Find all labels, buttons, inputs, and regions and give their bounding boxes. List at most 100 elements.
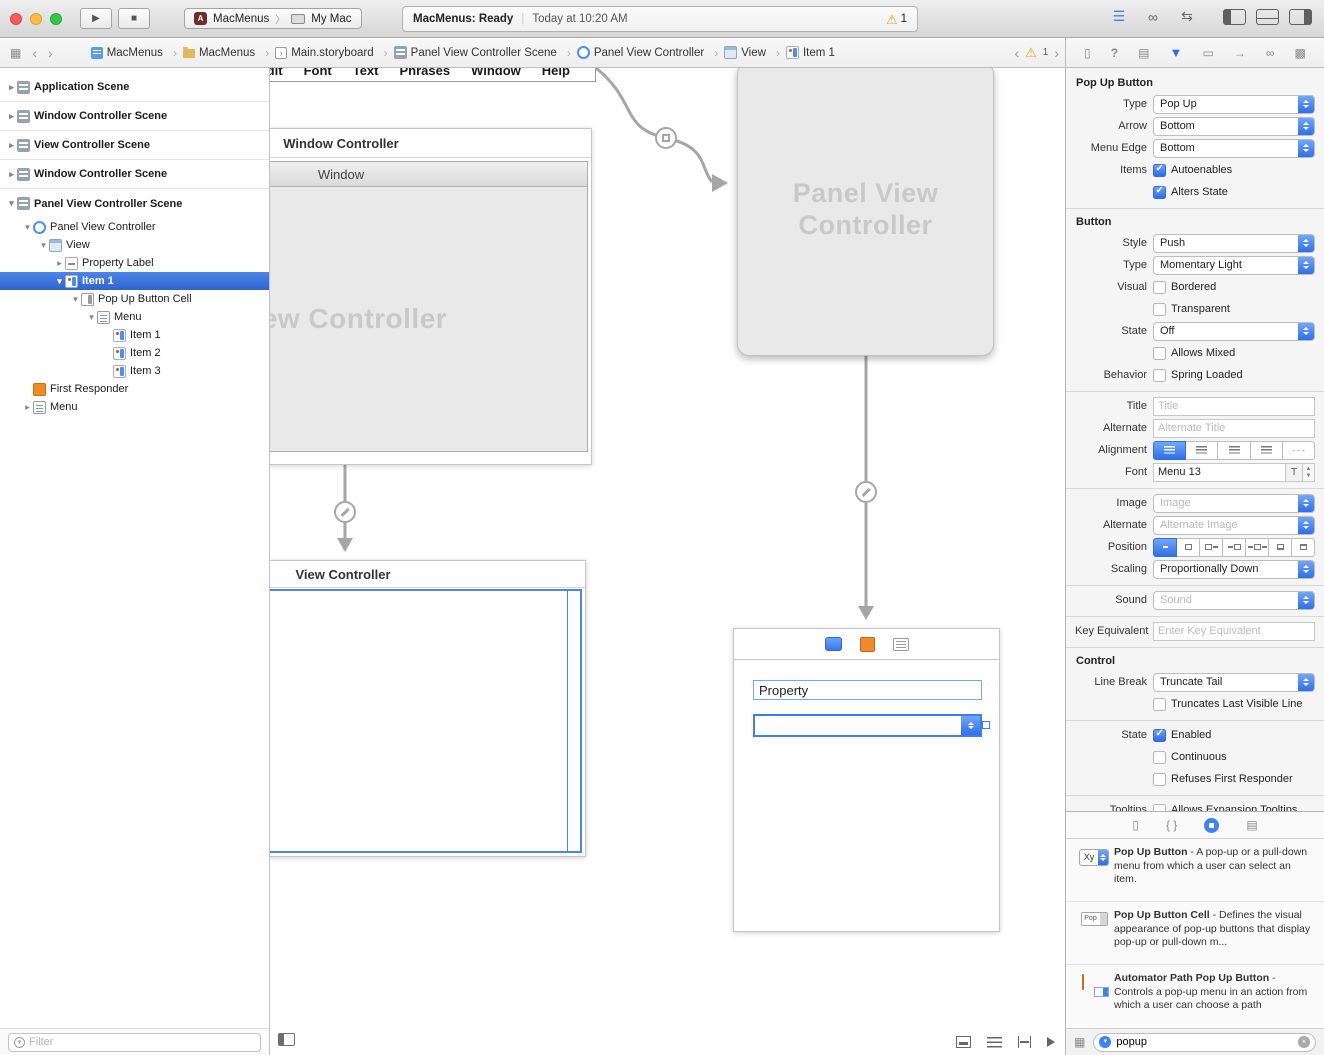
back-button[interactable]: ‹ <box>32 45 37 61</box>
resize-handle[interactable] <box>982 721 990 729</box>
version-editor-button[interactable]: ⇆ <box>1175 8 1199 25</box>
identity-inspector-icon[interactable]: ▤ <box>1138 46 1149 60</box>
filter-field[interactable]: ▾ <box>8 1033 261 1052</box>
enabled-checkbox[interactable] <box>1153 729 1166 742</box>
line-break-popup[interactable]: Truncate Tail <box>1153 673 1315 692</box>
outline-window-controller-scene-2[interactable]: ▸Window Controller Scene <box>0 160 269 189</box>
clear-search-icon[interactable]: × <box>1298 1036 1310 1048</box>
view-effects-inspector-icon[interactable]: ▩ <box>1295 46 1306 60</box>
library-item-popup-button-cell[interactable]: Pop Pop Up Button Cell - Defines the vis… <box>1066 902 1324 965</box>
breadcrumb-view[interactable]: View <box>724 46 786 60</box>
outline-item-1-selected[interactable]: ▾Item 1 <box>0 272 269 290</box>
warning-icon[interactable]: ⚠ <box>1025 46 1037 59</box>
toggle-debug-area-button[interactable] <box>1256 9 1279 25</box>
related-items-icon[interactable]: ▦ <box>10 46 21 60</box>
menu-item-phrases[interactable]: Phrases <box>399 68 450 78</box>
popup-button-selected[interactable] <box>753 714 982 737</box>
run-button[interactable]: ▶ <box>80 8 112 29</box>
outline-menu-object[interactable]: ▸Menu <box>0 398 269 416</box>
outline-panel-view-controller-scene[interactable]: ▾Panel View Controller Scene <box>0 189 269 218</box>
window-object[interactable]: Window View Controller <box>270 161 588 452</box>
breadcrumb-project[interactable]: MacMenus <box>91 46 183 60</box>
align-icon[interactable] <box>987 1037 1002 1048</box>
allows-mixed-checkbox[interactable] <box>1153 347 1166 360</box>
segue-well-window-content[interactable] <box>655 127 677 149</box>
position-image-above-segment[interactable] <box>1292 538 1315 557</box>
code-snippet-library-icon[interactable]: { } <box>1166 818 1177 832</box>
menu-item-font[interactable]: Font <box>304 68 332 78</box>
transparent-checkbox[interactable] <box>1153 303 1166 316</box>
menu-item-edit[interactable]: Edit <box>270 68 283 78</box>
stop-button[interactable]: ■ <box>118 8 150 29</box>
title-field[interactable] <box>1153 397 1315 416</box>
panel-view-controller-scene[interactable]: Panel View Controller <box>737 68 994 356</box>
previous-issue-button[interactable]: ‹ <box>1014 45 1019 61</box>
autoenables-checkbox[interactable] <box>1153 164 1166 177</box>
continuous-checkbox[interactable] <box>1153 751 1166 764</box>
menu-list-icon[interactable] <box>893 638 909 651</box>
outline-application-scene[interactable]: ▸Application Scene <box>0 73 269 102</box>
disclosure-triangle[interactable]: ▾ <box>22 222 33 233</box>
disclosure-triangle[interactable]: ▸ <box>6 111 17 122</box>
breadcrumb-group[interactable]: MacMenus <box>183 46 275 60</box>
outline-view[interactable]: ▾View <box>0 236 269 254</box>
breadcrumb-storyboard[interactable]: ›Main.storyboard <box>275 46 393 60</box>
window-titlebar[interactable]: Window <box>270 162 587 187</box>
position-title-only-segment[interactable] <box>1153 538 1177 557</box>
align-natural-segment[interactable]: - - - <box>1283 441 1315 460</box>
quick-help-icon[interactable]: ? <box>1111 46 1118 60</box>
disclosure-triangle[interactable]: ▾ <box>38 240 49 251</box>
arrow-popup[interactable]: Bottom <box>1153 117 1315 136</box>
disclosure-triangle[interactable]: ▸ <box>6 169 17 180</box>
outline-view-controller-scene[interactable]: ▸View Controller Scene <box>0 131 269 160</box>
pin-icon[interactable] <box>1018 1036 1031 1048</box>
library-search-field[interactable]: ▾ × <box>1093 1033 1316 1052</box>
close-window-button[interactable] <box>10 13 22 25</box>
align-left-segment[interactable] <box>1153 441 1186 460</box>
style-popup[interactable]: Push <box>1153 234 1315 253</box>
menu-item-text[interactable]: Text <box>353 68 379 78</box>
disclosure-triangle[interactable]: ▾ <box>70 294 81 305</box>
outline-popup-button-cell[interactable]: ▾Pop Up Button Cell <box>0 290 269 308</box>
attributes-inspector-icon[interactable]: ▼ <box>1170 45 1183 60</box>
truncates-last-checkbox[interactable] <box>1153 698 1166 711</box>
disclosure-triangle[interactable]: ▸ <box>6 140 17 151</box>
disclosure-triangle[interactable]: ▾ <box>86 312 97 323</box>
outline-menu-item-2[interactable]: Item 2 <box>0 344 269 362</box>
toggle-navigator-button[interactable] <box>1223 9 1246 25</box>
key-equivalent-field[interactable] <box>1153 622 1315 641</box>
scheme-selector[interactable]: A MacMenus 〉 My Mac <box>184 8 362 29</box>
breadcrumb-scene[interactable]: Panel View Controller Scene <box>394 46 577 60</box>
breadcrumb-view-controller[interactable]: Panel View Controller <box>577 46 724 60</box>
window-content[interactable]: View Controller <box>270 187 587 451</box>
outline-menu[interactable]: ▾Menu <box>0 308 269 326</box>
file-inspector-icon[interactable]: ▯ <box>1084 46 1091 60</box>
outline-property-label[interactable]: ▸Property Label <box>0 254 269 272</box>
scene-title[interactable]: View Controller <box>270 561 585 588</box>
minimize-window-button[interactable] <box>30 13 42 25</box>
segue-well-show[interactable] <box>334 501 356 523</box>
refuses-first-responder-checkbox[interactable] <box>1153 773 1166 786</box>
zoom-window-button[interactable] <box>50 13 62 25</box>
menu-edge-popup[interactable]: Bottom <box>1153 139 1315 158</box>
assistant-editor-button[interactable]: ∞ <box>1141 9 1165 25</box>
media-library-icon[interactable]: ▤ <box>1246 818 1257 832</box>
button-type-popup[interactable]: Momentary Light <box>1153 256 1315 275</box>
next-issue-button[interactable]: › <box>1054 45 1059 61</box>
position-image-right-segment[interactable] <box>1223 538 1246 557</box>
font-stepper-icon[interactable]: ▲▼ <box>1302 464 1314 481</box>
menu-item-help[interactable]: Help <box>542 68 570 78</box>
position-image-only-segment[interactable] <box>1177 538 1200 557</box>
size-inspector-icon[interactable]: ▭ <box>1202 46 1213 60</box>
position-image-overlap-segment[interactable] <box>1246 538 1269 557</box>
library-item-automator-popup[interactable]: Automator Path Pop Up Button - Controls … <box>1066 965 1324 1028</box>
toggle-outline-button[interactable] <box>278 1033 295 1046</box>
font-field[interactable]: T▲▼ <box>1153 463 1315 482</box>
alternate-title-field[interactable] <box>1153 419 1315 438</box>
embed-icon[interactable] <box>956 1036 971 1048</box>
library-search-input[interactable] <box>1116 1036 1293 1048</box>
scene-title[interactable]: Window Controller <box>270 129 591 158</box>
align-center-segment[interactable] <box>1186 441 1218 460</box>
library-item-popup-button[interactable]: Xy Pop Up Button - A pop-up or a pull-do… <box>1066 839 1324 902</box>
align-justify-segment[interactable] <box>1218 441 1250 460</box>
